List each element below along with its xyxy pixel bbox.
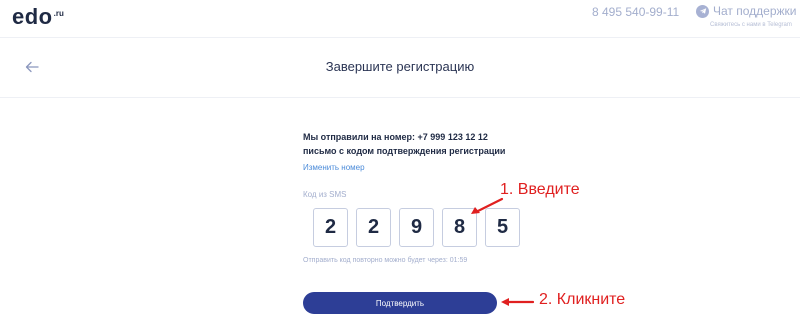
resend-timer-text: Отправить код повторно можно будет через…: [303, 257, 468, 264]
code-digit-1[interactable]: 2: [313, 208, 348, 247]
sent-message-line1: Мы отправили на номер: +7 999 123 12 12: [303, 132, 488, 142]
code-digit-3[interactable]: 9: [399, 208, 434, 247]
page: EDO .ru 8 495 540-99-11 Чат поддержки Св…: [0, 0, 800, 328]
page-title: Завершите регистрацию: [325, 59, 475, 74]
edo-logo[interactable]: EDO .ru: [12, 6, 64, 28]
sms-code-label: Код из SMS: [303, 190, 347, 199]
code-digit-2[interactable]: 2: [356, 208, 391, 247]
sent-message: Мы отправили на номер: +7 999 123 12 12 …: [303, 130, 505, 158]
annotation-step-1: 1. Введите: [500, 181, 580, 198]
annotation-arrow-1-icon: [471, 197, 504, 214]
title-bar: Завершите регистрацию: [0, 38, 800, 98]
support-chat-link[interactable]: Чат поддержки: [696, 4, 796, 18]
support-chat-label: Чат поддержки: [713, 4, 797, 18]
confirm-button[interactable]: Подтвердить: [303, 292, 497, 314]
annotation-step-2: 2. Кликните: [539, 291, 626, 308]
change-number-link[interactable]: Изменить номер: [303, 163, 365, 172]
telegram-icon: [696, 4, 709, 18]
top-header: EDO .ru 8 495 540-99-11 Чат поддержки Св…: [0, 0, 800, 38]
support-phone[interactable]: 8 495 540-99-11: [592, 5, 679, 19]
annotation-arrow-2-icon: [501, 298, 534, 306]
logo-tld: .ru: [53, 9, 64, 18]
sent-message-line2: письмо с кодом подтверждения регистрации: [303, 146, 506, 156]
support-chat-subtitle: Свяжитесь с нами в Telegram: [710, 22, 792, 28]
logo-text: EDO: [12, 4, 53, 29]
